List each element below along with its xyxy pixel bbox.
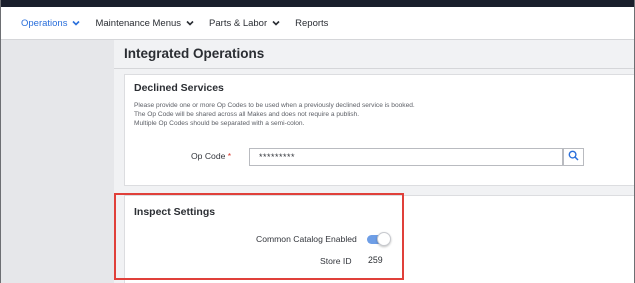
description-line: Please provide one or more Op Codes to b… <box>134 102 415 109</box>
chevron-down-icon <box>271 18 281 28</box>
nav-item-reports[interactable]: Reports <box>295 18 328 29</box>
nav-item-label: Maintenance Menus <box>95 17 182 29</box>
divider <box>114 68 634 69</box>
op-code-input[interactable]: ********* <box>249 148 563 166</box>
nav-item-parts-labor[interactable]: Parts & Labor <box>209 18 281 29</box>
main-nav: Operations Maintenance Menus Parts & Lab… <box>1 7 634 40</box>
description-line: The Op Code will be shared across all Ma… <box>134 111 360 118</box>
chevron-down-icon <box>71 18 81 28</box>
nav-item-label: Reports <box>295 17 329 29</box>
page-title: Integrated Operations <box>124 46 265 61</box>
description-line: Multiple Op Codes should be separated wi… <box>134 120 305 127</box>
op-code-label: Op Code * <box>191 151 231 161</box>
chevron-down-icon <box>185 18 195 28</box>
nav-item-maintenance-menus[interactable]: Maintenance Menus <box>95 18 195 29</box>
op-code-search-button[interactable] <box>563 148 584 166</box>
nav-item-operations[interactable]: Operations <box>21 18 81 29</box>
required-marker: * <box>227 151 232 161</box>
declined-services-title: Declined Services <box>134 82 224 94</box>
nav-item-label: Operations <box>21 17 68 29</box>
op-code-label-text: Op Code <box>191 151 226 161</box>
app-frame: Operations Maintenance Menus Parts & Lab… <box>0 0 635 283</box>
declined-services-description: Please provide one or more Op Codes to b… <box>134 101 415 128</box>
top-bar <box>1 0 634 7</box>
nav-item-label: Parts & Labor <box>209 17 268 29</box>
highlight-box <box>114 193 404 280</box>
search-icon <box>568 148 579 166</box>
